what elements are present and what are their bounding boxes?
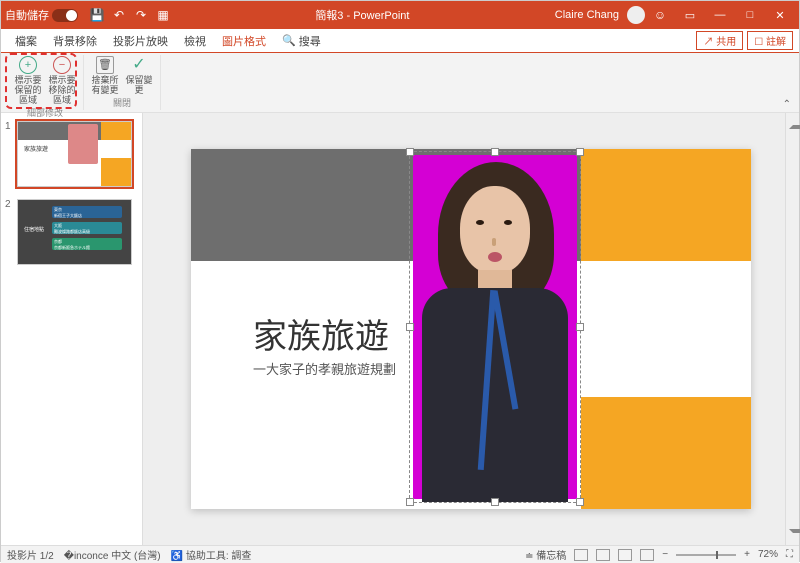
slide-counter[interactable]: 投影片 1/2	[7, 547, 54, 562]
mark-keep-button[interactable]: + 標示要保留的區域	[13, 55, 43, 106]
pencil-plus-icon: +	[19, 56, 37, 74]
ribbon-group-close: 🗑 捨棄所有變更 ✓ 保留變更 關閉	[84, 55, 161, 110]
person-photo	[410, 152, 580, 502]
tab-search[interactable]: 🔍 搜尋	[274, 29, 329, 53]
tab-slideshow[interactable]: 投影片放映	[105, 29, 176, 53]
slide[interactable]: 家族旅遊 一大家子的孝親旅遊規劃	[191, 149, 751, 509]
slide-thumbnail-1[interactable]: 家族旅遊	[17, 121, 132, 187]
ribbon-group-refine: + 標示要保留的區域 − 標示要移除的區域 細部修改	[7, 55, 84, 110]
mark-keep-label: 標示要保留的區域	[13, 76, 43, 106]
sorter-view-icon[interactable]	[596, 549, 610, 561]
language-indicator[interactable]: �inconce 中文 (台灣)	[64, 547, 161, 562]
slide-thumbnail-panel: 1 家族旅遊 2 住宿地點 東京新宿王子大飯店 大阪難波燦路都飯店高級 京都京都…	[1, 113, 143, 545]
autosave-toggle[interactable]: 自動儲存	[5, 7, 78, 23]
pencil-minus-icon: −	[53, 56, 71, 74]
slideshow-view-icon[interactable]	[640, 549, 654, 561]
resize-handle[interactable]	[576, 323, 584, 331]
check-icon: ✓	[130, 56, 148, 74]
start-slideshow-icon[interactable]: ▦	[156, 8, 170, 22]
ribbon-options-icon[interactable]: ▭	[675, 1, 705, 29]
collapse-ribbon-icon[interactable]: ⌃	[783, 99, 791, 110]
tab-background-remove[interactable]: 背景移除	[45, 29, 105, 53]
minimize-icon[interactable]: —	[705, 1, 735, 29]
ribbon: + 標示要保留的區域 − 標示要移除的區域 細部修改 🗑 捨棄所有變更 ✓ 保留…	[1, 53, 799, 113]
selected-image[interactable]	[409, 151, 581, 503]
reading-view-icon[interactable]	[618, 549, 632, 561]
slide-subtitle[interactable]: 一大家子的孝親旅遊規劃	[253, 359, 396, 378]
resize-handle[interactable]	[406, 498, 414, 506]
discard-button[interactable]: 🗑 捨棄所有變更	[90, 55, 120, 96]
zoom-in-icon[interactable]: +	[744, 549, 750, 560]
resize-handle[interactable]	[491, 498, 499, 506]
toggle-switch[interactable]	[52, 9, 78, 22]
status-bar: 投影片 1/2 �inconce 中文 (台灣) ♿ 協助工具: 調查 ≐ 備忘…	[1, 545, 799, 563]
ribbon-group-label: 細部修改	[27, 106, 63, 120]
user-name: Claire Chang	[555, 9, 619, 21]
slide-bg-orange-top	[581, 149, 751, 261]
slide-bg-orange-bottom	[581, 397, 751, 509]
ribbon-group-label: 關閉	[113, 96, 131, 110]
redo-icon[interactable]: ↷	[134, 8, 148, 22]
slide-thumbnail-2[interactable]: 住宿地點 東京新宿王子大飯店 大阪難波燦路都飯店高級 京都京都新阪急ホテル館	[17, 199, 132, 265]
zoom-slider[interactable]	[676, 554, 736, 556]
normal-view-icon[interactable]	[574, 549, 588, 561]
keep-label: 保留變更	[124, 76, 154, 96]
zoom-level[interactable]: 72%	[758, 549, 778, 560]
resize-handle[interactable]	[576, 148, 584, 156]
face-icon[interactable]: ☺	[653, 8, 667, 22]
slide-title[interactable]: 家族旅遊	[253, 309, 389, 358]
search-icon: 🔍	[282, 34, 296, 47]
save-icon[interactable]: 💾	[90, 8, 104, 22]
undo-icon[interactable]: ↶	[112, 8, 126, 22]
comments-button[interactable]: ☐ 註解	[747, 31, 793, 50]
quick-access-toolbar: 💾 ↶ ↷ ▦	[90, 8, 170, 22]
thumb-number: 2	[5, 199, 13, 210]
maximize-icon[interactable]: □	[735, 1, 765, 29]
resize-handle[interactable]	[406, 148, 414, 156]
trash-icon: 🗑	[96, 56, 114, 74]
keep-button[interactable]: ✓ 保留變更	[124, 55, 154, 96]
mark-remove-button[interactable]: − 標示要移除的區域	[47, 55, 77, 106]
workspace: 1 家族旅遊 2 住宿地點 東京新宿王子大飯店 大阪難波燦路都飯店高級 京都京都…	[1, 113, 799, 545]
discard-label: 捨棄所有變更	[90, 76, 120, 96]
thumb-number: 1	[5, 121, 13, 132]
zoom-out-icon[interactable]: −	[662, 549, 668, 560]
fit-to-window-icon[interactable]: ⛶	[786, 549, 793, 560]
share-button[interactable]: ↗ 共用	[696, 31, 743, 50]
ribbon-tabs: 檔案 背景移除 投影片放映 檢視 圖片格式 🔍 搜尋 ↗ 共用 ☐ 註解	[1, 29, 799, 53]
vertical-scrollbar[interactable]	[785, 113, 799, 545]
notes-button[interactable]: ≐ 備忘稿	[525, 547, 566, 562]
slide-canvas-area[interactable]: 家族旅遊 一大家子的孝親旅遊規劃	[143, 113, 799, 545]
autosave-label: 自動儲存	[5, 7, 49, 23]
tab-view[interactable]: 檢視	[176, 29, 214, 53]
tab-picture-format[interactable]: 圖片格式	[214, 29, 274, 53]
resize-handle[interactable]	[406, 323, 414, 331]
close-icon[interactable]: ✕	[765, 1, 795, 29]
mark-remove-label: 標示要移除的區域	[47, 76, 77, 106]
user-avatar[interactable]	[627, 6, 645, 24]
tab-file[interactable]: 檔案	[7, 29, 45, 53]
resize-handle[interactable]	[576, 498, 584, 506]
title-bar: 自動儲存 💾 ↶ ↷ ▦ 簡報3 - PowerPoint Claire Cha…	[1, 1, 799, 29]
accessibility-checker[interactable]: ♿ 協助工具: 調查	[171, 547, 252, 562]
resize-handle[interactable]	[491, 148, 499, 156]
document-title: 簡報3 - PowerPoint	[170, 7, 555, 23]
